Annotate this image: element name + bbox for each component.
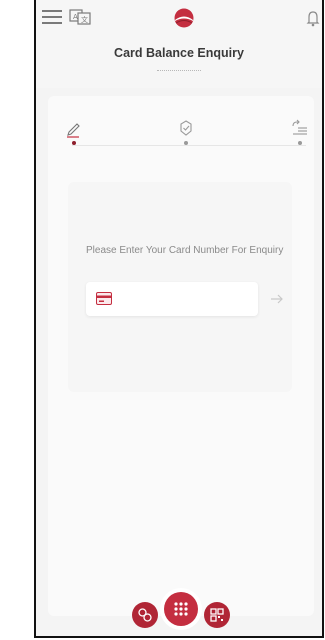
step-indicator-active [72, 141, 76, 145]
qr-code-icon [210, 608, 224, 622]
result-list-icon [292, 119, 307, 135]
svg-text:A: A [73, 13, 78, 21]
app-header: A 文 Card Balance Enquiry [36, 0, 322, 88]
card-number-input[interactable] [120, 282, 254, 318]
step-indicator [298, 141, 302, 145]
card-number-prompt: Please Enter Your Card Number For Enquir… [86, 245, 284, 256]
pencil-icon [67, 123, 80, 138]
bank-logo [174, 8, 194, 28]
stepper-line [72, 145, 306, 146]
svg-text:文: 文 [81, 15, 88, 24]
title-divider [157, 70, 201, 71]
card-number-field[interactable] [86, 282, 258, 318]
arrow-right-icon[interactable] [268, 290, 286, 308]
step-indicator [184, 141, 188, 145]
bottom-navigation [36, 590, 322, 636]
translate-icon[interactable]: A 文 [69, 9, 91, 25]
hamburger-menu-icon[interactable] [42, 10, 62, 24]
verify-check-icon [180, 120, 192, 136]
apps-grid-icon [174, 602, 188, 616]
page-title: Card Balance Enquiry [114, 46, 244, 60]
transfer-button[interactable] [132, 602, 158, 628]
apps-menu-button[interactable] [164, 592, 198, 626]
phone-frame: A 文 Card Balance Enquiry Please Enter Yo… [34, 0, 324, 638]
qr-code-button[interactable] [204, 602, 230, 628]
transfer-icon [138, 608, 152, 622]
credit-card-icon [96, 292, 112, 305]
bell-icon[interactable] [306, 9, 320, 27]
progress-stepper [58, 118, 314, 158]
step-enter-card [64, 118, 84, 145]
step-verify [176, 118, 196, 145]
step-result [290, 118, 310, 145]
